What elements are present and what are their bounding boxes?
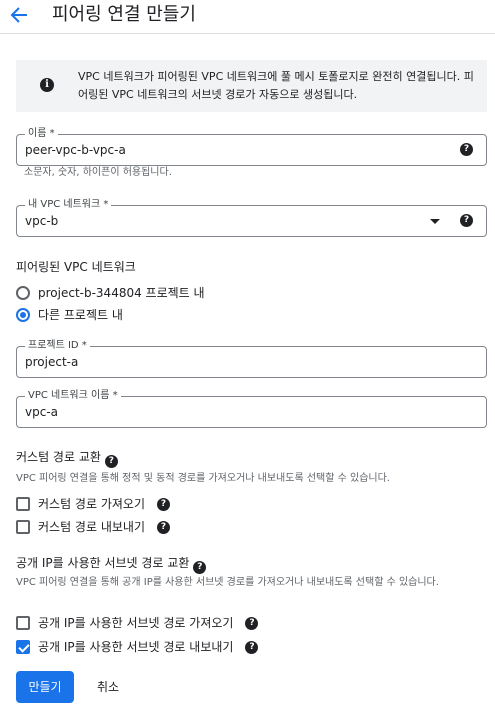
name-field[interactable]: 이름 * peer-vpc-b-vpc-a ? bbox=[16, 127, 487, 166]
checkbox-export-public-ip-routes[interactable]: 공개 IP를 사용한 서브넷 경로 내보내기 ? bbox=[16, 638, 259, 656]
custom-routes-desc: VPC 피어링 연결을 통해 정적 및 동적 경로를 가져오거나 내보내도록 선… bbox=[16, 473, 390, 484]
peered-network-title: 피어링된 VPC 네트워크 bbox=[16, 260, 136, 274]
create-button[interactable]: 만들기 bbox=[16, 671, 74, 703]
checkbox-export-custom-routes[interactable]: 커스텀 경로 내보내기 ? bbox=[16, 518, 170, 536]
checkbox-import-custom-routes[interactable]: 커스텀 경로 가져오기 ? bbox=[16, 495, 170, 513]
vpc-network-label: 내 VPC 네트워크 * bbox=[25, 198, 112, 212]
radio-label: 다른 프로젝트 내 bbox=[38, 308, 123, 322]
help-icon[interactable]: ? bbox=[104, 455, 118, 468]
radio-button[interactable] bbox=[16, 308, 30, 322]
checkbox[interactable] bbox=[16, 640, 30, 654]
cancel-button[interactable]: 취소 bbox=[88, 671, 128, 703]
public-ip-title-text: 공개 IP를 사용한 서브넷 경로 교환 bbox=[16, 556, 190, 570]
name-field-value[interactable]: peer-vpc-b-vpc-a bbox=[25, 142, 126, 158]
checkbox[interactable] bbox=[16, 497, 30, 511]
checkbox-label: 공개 IP를 사용한 서브넷 경로 가져오기 bbox=[38, 616, 234, 630]
help-icon[interactable]: ? bbox=[245, 616, 259, 630]
checkbox[interactable] bbox=[16, 616, 30, 630]
vpc-network-select[interactable]: 내 VPC 네트워크 * vpc-b ? bbox=[16, 198, 487, 237]
custom-routes-title: 커스텀 경로 교환? bbox=[16, 449, 118, 468]
name-field-hint: 소문자, 숫자, 하이픈이 허용됩니다. bbox=[24, 167, 172, 178]
info-icon: i bbox=[40, 78, 54, 92]
public-ip-title: 공개 IP를 사용한 서브넷 경로 교환? bbox=[16, 555, 207, 574]
page-title: 피어링 연결 만들기 bbox=[52, 4, 196, 25]
help-icon[interactable]: ? bbox=[193, 561, 207, 574]
info-text: VPC 네트워크가 피어링된 VPC 네트워크에 풀 메시 토폴로지로 완전히 … bbox=[78, 70, 474, 101]
page-header: 피어링 연결 만들기 bbox=[0, 0, 495, 34]
radio-label: project-b-344804 프로젝트 내 bbox=[38, 286, 205, 300]
help-icon[interactable]: ? bbox=[157, 520, 170, 534]
name-field-label: 이름 * bbox=[25, 127, 58, 141]
project-id-field[interactable]: 프로젝트 ID * project-a bbox=[16, 339, 487, 378]
help-icon[interactable]: ? bbox=[460, 143, 473, 156]
project-id-value[interactable]: project-a bbox=[25, 354, 78, 370]
info-banner: i VPC 네트워크가 피어링된 VPC 네트워크에 풀 메시 토폴로지로 완전… bbox=[16, 60, 487, 112]
dropdown-arrow-icon[interactable] bbox=[430, 219, 440, 224]
checkbox-label: 공개 IP를 사용한 서브넷 경로 내보내기 bbox=[38, 640, 234, 654]
project-id-label: 프로젝트 ID * bbox=[25, 339, 90, 353]
help-icon[interactable]: ? bbox=[460, 214, 473, 227]
radio-same-project[interactable]: project-b-344804 프로젝트 내 bbox=[16, 284, 205, 302]
help-icon[interactable]: ? bbox=[157, 497, 170, 511]
radio-other-project[interactable]: 다른 프로젝트 내 bbox=[16, 306, 123, 324]
custom-routes-title-text: 커스텀 경로 교환 bbox=[16, 450, 101, 464]
checkbox[interactable] bbox=[16, 520, 30, 534]
vpc-network-value: vpc-b bbox=[25, 214, 59, 228]
checkbox-label: 커스텀 경로 내보내기 bbox=[38, 520, 145, 534]
arrow-back-icon bbox=[10, 7, 27, 23]
vpc-network-name-value[interactable]: vpc-a bbox=[25, 404, 58, 420]
radio-button[interactable] bbox=[16, 286, 30, 300]
checkbox-import-public-ip-routes[interactable]: 공개 IP를 사용한 서브넷 경로 가져오기 ? bbox=[16, 614, 259, 632]
vpc-network-name-label: VPC 네트워크 이름 * bbox=[25, 389, 121, 403]
public-ip-desc: VPC 피어링 연결을 통해 공개 IP를 사용한 서브넷 경로를 가져오거나 … bbox=[16, 577, 439, 588]
checkbox-label: 커스텀 경로 가져오기 bbox=[38, 497, 145, 511]
back-button[interactable] bbox=[8, 4, 30, 26]
vpc-network-name-field[interactable]: VPC 네트워크 이름 * vpc-a bbox=[16, 389, 487, 428]
help-icon[interactable]: ? bbox=[245, 640, 259, 654]
